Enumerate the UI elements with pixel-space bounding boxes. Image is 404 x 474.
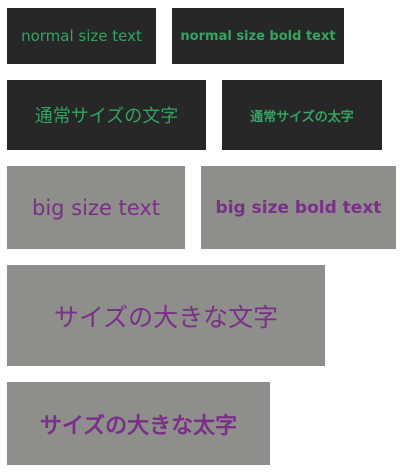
normal-size-bold-text-label: normal size bold text (180, 28, 336, 44)
big-size-bold-text-box: big size bold text (201, 166, 396, 249)
japanese-big-text-box: サイズの大きな文字 (7, 265, 325, 366)
big-size-bold-text-label: big size bold text (215, 197, 382, 218)
normal-size-text-label: normal size text (21, 27, 142, 45)
japanese-big-bold-text-label: サイズの大きな太字 (39, 413, 238, 439)
japanese-normal-bold-text-box: 通常サイズの太字 (222, 80, 382, 150)
japanese-normal-text-box: 通常サイズの文字 (7, 80, 206, 150)
big-size-text-label: big size text (31, 195, 160, 220)
japanese-normal-text-label: 通常サイズの文字 (34, 106, 179, 127)
big-size-text-box: big size text (7, 166, 185, 249)
japanese-big-bold-text-box: サイズの大きな太字 (7, 382, 270, 465)
japanese-normal-bold-text-label: 通常サイズの太字 (250, 109, 354, 125)
japanese-big-text-label: サイズの大きな文字 (53, 302, 279, 332)
normal-size-bold-text-box: normal size bold text (172, 8, 344, 64)
normal-size-text-box: normal size text (7, 8, 156, 64)
